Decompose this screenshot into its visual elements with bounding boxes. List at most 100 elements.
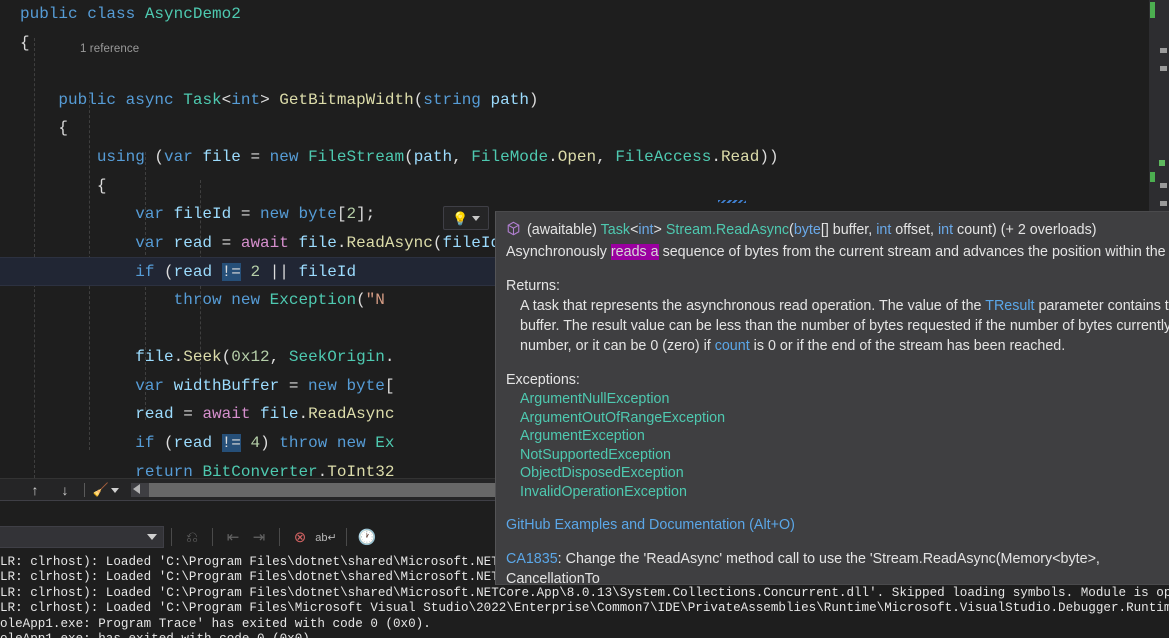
exception-item[interactable]: ObjectDisposedException	[506, 464, 1169, 483]
code-token: AsyncDemo2	[144, 5, 241, 23]
code-token: .	[173, 348, 184, 367]
code-token: 4	[250, 433, 261, 452]
code-token: ||	[269, 263, 289, 282]
exception-item[interactable]: NotSupportedException	[506, 446, 1169, 465]
code-token: read	[173, 263, 222, 282]
generic-arg: int	[638, 222, 654, 238]
scroll-marker	[1160, 66, 1167, 71]
github-docs-link-row[interactable]: GitHub Examples and Documentation (Alt+O…	[506, 515, 1169, 535]
code-token: var	[135, 205, 174, 224]
code-token: .	[548, 147, 558, 166]
console-line: oleApp1.exe: Program Trace' has exited w…	[0, 616, 431, 631]
code-line[interactable]	[0, 57, 779, 86]
param3-name: count	[953, 222, 993, 238]
unlock-icon[interactable]: ⎌	[179, 525, 205, 549]
code-token: fileId	[173, 205, 241, 224]
code-token: path	[413, 147, 453, 166]
codelens-reference-count[interactable]: 1 reference	[80, 43, 139, 55]
code-line[interactable]: public class AsyncDemo2	[0, 0, 779, 29]
chevron-down-icon[interactable]	[111, 487, 120, 493]
chevron-down-icon[interactable]	[471, 215, 480, 221]
returns-text: A task that represents the asynchronous …	[520, 298, 986, 314]
quick-actions-lightbulb[interactable]: 💡	[443, 206, 489, 230]
code-token: await	[202, 405, 261, 424]
exceptions-label: Exceptions:	[506, 372, 580, 388]
lightbulb-icon: 💡	[452, 210, 469, 226]
output-source-combobox[interactable]	[0, 526, 164, 548]
code-line[interactable]: using (var file = new FileStream(path, F…	[0, 143, 779, 172]
code-token: =	[250, 147, 270, 166]
nav-up-button[interactable]: ↑	[20, 479, 50, 501]
exception-item[interactable]: ArgumentException	[506, 427, 1169, 446]
show-timestamps-icon[interactable]: 🕐	[354, 525, 380, 549]
code-token: ,	[269, 348, 289, 367]
code-token: Open	[557, 147, 597, 166]
change-marker	[1150, 172, 1155, 182]
returns-link[interactable]: count	[715, 338, 750, 354]
generic-close: >	[653, 222, 662, 238]
code-token: path	[490, 90, 529, 109]
code-token: class	[87, 5, 145, 23]
overloads-count: (+ 2 overloads)	[996, 222, 1097, 238]
code-token: <	[221, 90, 232, 109]
tooltip-summary: Asynchronously reads a sequence of bytes…	[506, 242, 1169, 262]
scroll-marker	[1159, 160, 1165, 166]
toolbar-divider	[171, 528, 172, 546]
code-token: ];	[356, 205, 376, 224]
navigate-forward-icon[interactable]: ⇥	[246, 525, 272, 549]
code-token: !=	[221, 263, 241, 282]
exception-item[interactable]: ArgumentOutOfRangeException	[506, 409, 1169, 428]
code-token: SeekOrigin	[288, 348, 385, 367]
return-type: Task	[600, 222, 631, 238]
exception-item[interactable]: ArgumentNullException	[506, 390, 1169, 409]
code-token: BitConverter	[202, 462, 318, 479]
returns-text: number, or it can be 0 (zero) if	[520, 338, 715, 354]
code-token: GetBitmapWidth	[279, 90, 414, 109]
code-token: {	[96, 176, 107, 195]
tooltip-exceptions-section: Exceptions: ArgumentNullException Argumen…	[506, 370, 1169, 501]
toolbar-divider	[212, 528, 213, 546]
returns-link[interactable]: TResult	[985, 298, 1034, 314]
code-token: public	[58, 90, 126, 109]
code-line[interactable]: public async Task<int> GetBitmapWidth(st…	[0, 86, 779, 115]
exception-item[interactable]: InvalidOperationException	[506, 483, 1169, 502]
code-token: if	[135, 433, 165, 452]
code-token: (	[221, 348, 232, 367]
scroll-left-arrow-icon[interactable]	[133, 484, 140, 494]
code-token: .	[384, 348, 395, 367]
code-token: var	[164, 147, 203, 166]
code-token: using	[96, 147, 155, 166]
code-line[interactable]: {	[0, 114, 779, 143]
scroll-marker	[1160, 48, 1167, 53]
code-token: new	[336, 433, 376, 452]
code-token: public	[20, 5, 88, 23]
returns-body: A task that represents the asynchronous …	[506, 296, 1169, 356]
navigate-backward-icon[interactable]: ⇤	[220, 525, 246, 549]
analyzer-code-link[interactable]: CA1835	[506, 551, 558, 567]
code-token: read	[135, 405, 184, 424]
code-token: ,	[596, 147, 616, 166]
chevron-down-icon[interactable]	[147, 534, 157, 540]
clear-all-icon[interactable]: ⊗	[287, 525, 313, 549]
console-line: LR: clrhost): Loaded 'C:\Program Files\d…	[0, 585, 1169, 600]
nav-down-button[interactable]: ↓	[50, 479, 80, 501]
code-token: Ex	[375, 433, 395, 452]
clean-code-button[interactable]: 🧹	[89, 479, 123, 501]
toggle-word-wrap-icon[interactable]: ab↵	[313, 525, 339, 549]
code-token: .	[711, 147, 721, 166]
broom-icon: 🧹	[92, 482, 110, 497]
code-token: "N	[365, 290, 385, 309]
github-examples-link[interactable]: GitHub Examples and Documentation (Alt+O…	[506, 517, 795, 533]
code-line[interactable]: {	[0, 172, 779, 201]
code-token: await	[240, 233, 299, 252]
summary-text: Asynchronously	[506, 244, 611, 260]
code-token: throw	[173, 290, 232, 309]
code-token: >	[260, 90, 280, 109]
code-token: byte	[298, 205, 337, 224]
code-token: byte	[346, 376, 385, 395]
returns-line: buffer. The result value can be less tha…	[506, 316, 1169, 336]
code-token: {	[58, 119, 69, 138]
code-token: 0x12	[231, 348, 270, 367]
code-token: FileStream	[308, 147, 405, 166]
